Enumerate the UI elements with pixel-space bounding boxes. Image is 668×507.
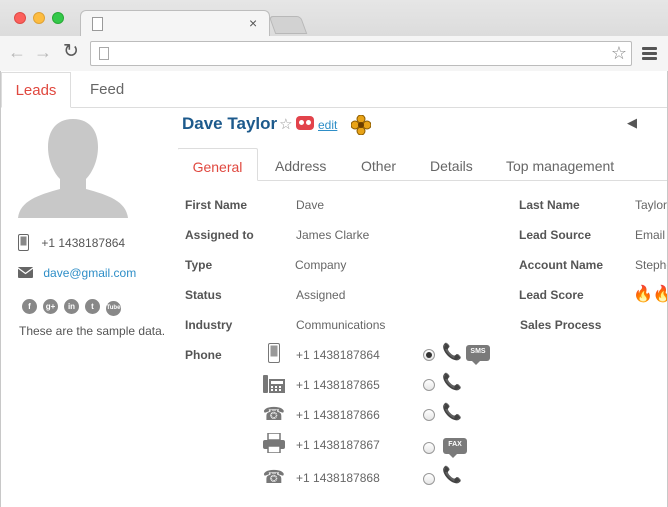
call-icon[interactable]: 📞 — [442, 403, 462, 423]
reload-icon[interactable]: ↻ — [63, 41, 79, 63]
back-arrow-icon[interactable]: ← — [8, 41, 26, 63]
sample-note: These are the sample data. — [19, 324, 166, 338]
primary-phone-radio[interactable] — [423, 473, 435, 485]
page-icon — [99, 47, 109, 60]
page-title: Dave Taylor ☆ — [182, 114, 293, 134]
forward-arrow-icon[interactable]: → — [34, 41, 52, 63]
new-tab-button[interactable] — [268, 16, 308, 34]
field-label: Assigned to — [185, 228, 254, 242]
sidebar-phone-number: +1 1438187864 — [41, 236, 126, 251]
field-label: Account Name — [519, 258, 604, 272]
phone-number: +1 1438187865 — [296, 378, 380, 392]
twitter-icon[interactable]: t — [85, 299, 100, 314]
field-value: Email — [635, 228, 666, 242]
sidebar-email: dave@gmail.com — [17, 266, 136, 281]
tab-top-management[interactable]: Top management — [506, 148, 614, 181]
lead-sidebar: +1 1438187864 dave@gmail.com f g+ in t Tube … — [0, 108, 178, 507]
phone-number: +1 1438187864 — [296, 348, 380, 362]
tab-other[interactable]: Other — [361, 148, 396, 181]
envelope-icon — [17, 266, 34, 281]
linkedin-icon[interactable]: in — [64, 299, 79, 314]
tab-leads[interactable]: Leads — [1, 72, 71, 108]
field-value: Stephen — [635, 258, 668, 272]
field-label: Type — [185, 258, 213, 272]
phone-number: +1 1438187868 — [296, 471, 380, 485]
landline-phone-icon: ☎ — [262, 467, 286, 487]
field-value: James Clarke — [296, 228, 370, 242]
minimize-window-button[interactable] — [33, 12, 45, 24]
browser-chrome: × ← → ↻ ☆ — [0, 0, 668, 71]
detail-tabs: General Address Other Details Top manage… — [178, 148, 668, 181]
fax-icon — [262, 432, 286, 455]
sidebar-phone: +1 1438187864 — [18, 234, 125, 254]
call-icon[interactable]: 📞 — [442, 343, 462, 363]
app-tabs: Leads Feed — [0, 71, 668, 108]
phone-number: +1 1438187866 — [296, 408, 380, 422]
field-label: Industry — [185, 318, 233, 332]
primary-phone-radio[interactable] — [423, 379, 435, 391]
call-icon[interactable]: 📞 — [442, 373, 462, 393]
field-label: Lead Score — [519, 288, 584, 302]
field-label: First Name — [185, 198, 248, 212]
field-label: Sales Process — [520, 318, 602, 332]
home-phone-icon: ☎ — [262, 404, 286, 424]
primary-phone-radio[interactable] — [423, 442, 435, 454]
primary-phone-radio[interactable] — [423, 349, 435, 361]
facebook-icon[interactable]: f — [22, 299, 37, 314]
favorite-star-icon[interactable]: ☆ — [279, 116, 292, 133]
flower-icon[interactable] — [351, 115, 371, 135]
tab-address[interactable]: Address — [275, 148, 326, 181]
field-label: Lead Source — [519, 228, 592, 242]
field-value: Communications — [296, 318, 386, 332]
zoom-window-button[interactable] — [52, 12, 64, 24]
hamburger-menu-icon[interactable] — [642, 47, 657, 60]
address-bar[interactable]: ☆ — [90, 41, 632, 66]
browser-toolbar: ← → ↻ ☆ — [0, 36, 668, 71]
avatar — [18, 119, 128, 218]
phone-number: +1 1438187867 — [296, 438, 380, 452]
browser-tab[interactable]: × — [80, 10, 270, 37]
tab-feed[interactable]: Feed — [76, 72, 138, 108]
youtube-icon[interactable]: Tube — [106, 301, 121, 316]
mobile-phone-icon — [18, 234, 34, 254]
google-plus-icon[interactable]: g+ — [43, 299, 58, 314]
field-label: Status — [185, 288, 222, 302]
close-tab-icon[interactable]: × — [249, 15, 257, 31]
tab-general[interactable]: General — [178, 148, 258, 181]
field-value: Company — [295, 258, 347, 272]
lead-detail: Dave Taylor ☆ edit ◀ General Address Othe… — [178, 108, 668, 507]
mobile-phone-icon — [262, 343, 286, 365]
lead-name: Dave Taylor — [182, 114, 278, 133]
page-icon — [92, 17, 103, 31]
edit-link[interactable]: edit — [318, 118, 337, 132]
owl-icon[interactable] — [296, 116, 314, 130]
social-links: f g+ in t Tube — [22, 298, 127, 316]
bookmark-star-icon[interactable]: ☆ — [611, 43, 627, 63]
call-icon[interactable]: 📞 — [442, 466, 462, 486]
collapse-arrow-icon[interactable]: ◀ — [627, 115, 637, 131]
primary-phone-radio[interactable] — [423, 409, 435, 421]
sms-icon[interactable]: SMS — [466, 345, 490, 365]
field-label: Last Name — [519, 198, 580, 212]
field-value: Taylor — [635, 198, 668, 212]
tab-details[interactable]: Details — [430, 148, 473, 181]
field-value: Assigned — [296, 288, 346, 302]
sidebar-email-link[interactable]: dave@gmail.com — [43, 266, 136, 280]
close-window-button[interactable] — [14, 12, 26, 24]
title-bar: × — [0, 0, 668, 37]
lead-score-flames: 🔥🔥 — [633, 286, 668, 303]
field-value: Dave — [296, 198, 325, 212]
fax-send-icon[interactable]: FAX — [443, 438, 467, 458]
field-label: Phone — [185, 348, 222, 362]
office-phone-icon — [262, 373, 286, 395]
